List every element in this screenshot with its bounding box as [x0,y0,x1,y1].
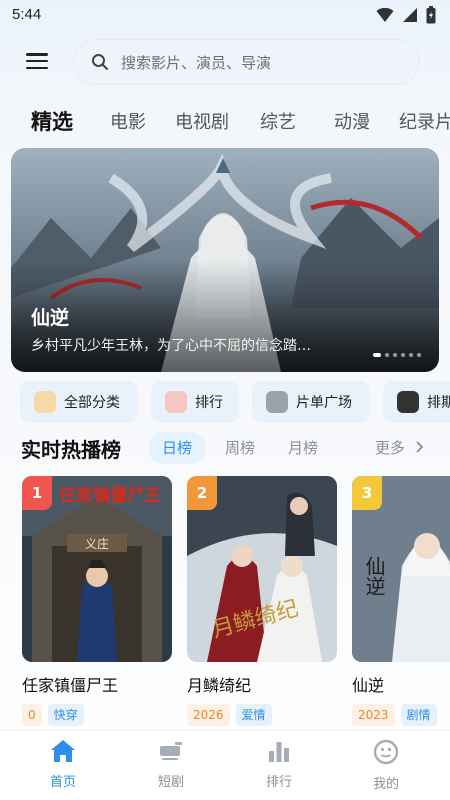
home-icon [51,740,75,762]
poster-sign: 义庄 [85,536,109,551]
poster: 仙逆 3 [352,476,450,662]
pagination-dot [409,353,413,357]
category-tabs: 精选 电影 电视剧 综艺 动漫 纪录片 [0,98,450,142]
menu-line [26,53,48,56]
rank-badge: 1 [22,476,52,510]
menu-button[interactable] [24,50,50,72]
shortcut-playlist-square[interactable]: 片单广场 [252,381,370,423]
category-shortcuts: 全部分类 排行 片单广场 排期 [0,381,450,425]
wifi-icon [376,7,394,22]
nav-short-drama[interactable]: 短剧 [126,739,216,790]
nav-label: 短剧 [157,775,184,790]
poster-title-text: 任家镇僵尸王 [58,485,161,506]
card-tags: 0 快穿 [22,704,172,726]
pagination-dot [417,353,421,357]
rank-badge: 3 [352,476,382,510]
shortcut-label: 全部分类 [64,395,120,411]
card-title: 月鳞绮纪 [187,676,252,695]
nav-ranking[interactable]: 排行 [234,739,324,790]
bottom-nav: 首页 短剧 排行 我的 [0,730,450,800]
pagination-dot [401,353,405,357]
menu-line [26,59,48,63]
nav-label: 排行 [265,775,292,790]
nav-home[interactable]: 首页 [18,739,108,790]
poster: 义庄 任家镇僵尸王 1 [22,476,172,662]
ranking-card[interactable]: 仙逆 3 仙逆 2023 剧情 [352,476,450,726]
ranking-tab-weekly[interactable]: 周榜 [214,432,266,464]
pagination-dot [393,353,397,357]
search-icon [92,54,108,70]
short-drama-icon [160,742,182,760]
status-time: 5:44 [12,6,42,23]
pagination-dot [385,353,389,357]
cat-icon [266,391,288,413]
pig-icon [165,391,187,413]
tab-featured[interactable]: 精选 [31,106,73,136]
year-tag: 2026 [187,704,230,726]
shortcut-label: 片单广场 [296,395,352,411]
genre-tag: 剧情 [400,704,437,726]
tab-documentary[interactable]: 纪录片 [399,108,450,134]
banner-title: 仙逆 [31,307,70,329]
card-title: 仙逆 [352,676,385,695]
ranking-title: 实时热播榜 [21,438,121,462]
bar-chart-icon [269,742,289,762]
status-icons [376,6,436,24]
genre-tag: 快穿 [47,704,84,726]
shortcut-all-categories[interactable]: 全部分类 [20,381,138,423]
card-title: 任家镇僵尸王 [22,676,119,695]
featured-banner[interactable]: 仙逆 乡村平凡少年王林，为了心中不屈的信念踏… [11,148,439,372]
ranking-tab-daily[interactable]: 日榜 [148,432,206,464]
battery-icon [426,6,436,24]
shortcut-schedule[interactable]: 排期 [383,381,450,423]
menu-line [26,66,48,69]
pagination-dot-active [373,353,381,357]
panda-icon [397,391,419,413]
genre-tag: 爱情 [235,704,272,726]
nav-label: 首页 [49,775,76,790]
rank-badge: 2 [187,476,217,510]
year-tag: 2023 [352,704,395,726]
dog-icon [34,391,56,413]
shortcut-label: 排行 [195,395,223,411]
card-tags: 2023 剧情 [352,704,450,726]
nav-label: 我的 [372,777,399,792]
more-label: 更多 [375,439,406,457]
tab-anime[interactable]: 动漫 [334,108,370,134]
shortcut-label: 排期 [427,395,450,411]
ranking-card[interactable]: 月鳞绮纪 2 月鳞绮纪 2026 爱情 [187,476,337,726]
status-bar: 5:44 [0,0,450,32]
ranking-tab-monthly[interactable]: 月榜 [277,432,329,464]
banner-pagination [373,353,421,357]
shortcut-ranking[interactable]: 排行 [151,381,239,423]
chevron-right-icon [416,441,424,453]
card-tags: 2026 爱情 [187,704,337,726]
poster: 月鳞绮纪 2 [187,476,337,662]
nav-profile[interactable]: 我的 [341,739,431,792]
tab-variety[interactable]: 综艺 [260,108,296,134]
tab-movies[interactable]: 电影 [110,108,146,134]
search-bar[interactable]: 搜索影片、演员、导演 [73,39,420,85]
signal-icon [403,8,417,22]
year-tag: 0 [22,704,42,726]
ranking-card[interactable]: 义庄 任家镇僵尸王 1 任家镇僵尸王 0 快穿 [22,476,172,726]
search-placeholder: 搜索影片、演员、导演 [121,53,272,72]
profile-icon [373,739,399,765]
banner-description: 乡村平凡少年王林，为了心中不屈的信念踏… [31,338,311,354]
poster-title-text: 仙逆 [362,556,386,596]
more-link[interactable]: 更多 [375,437,424,458]
tab-tv-series[interactable]: 电视剧 [175,108,229,134]
